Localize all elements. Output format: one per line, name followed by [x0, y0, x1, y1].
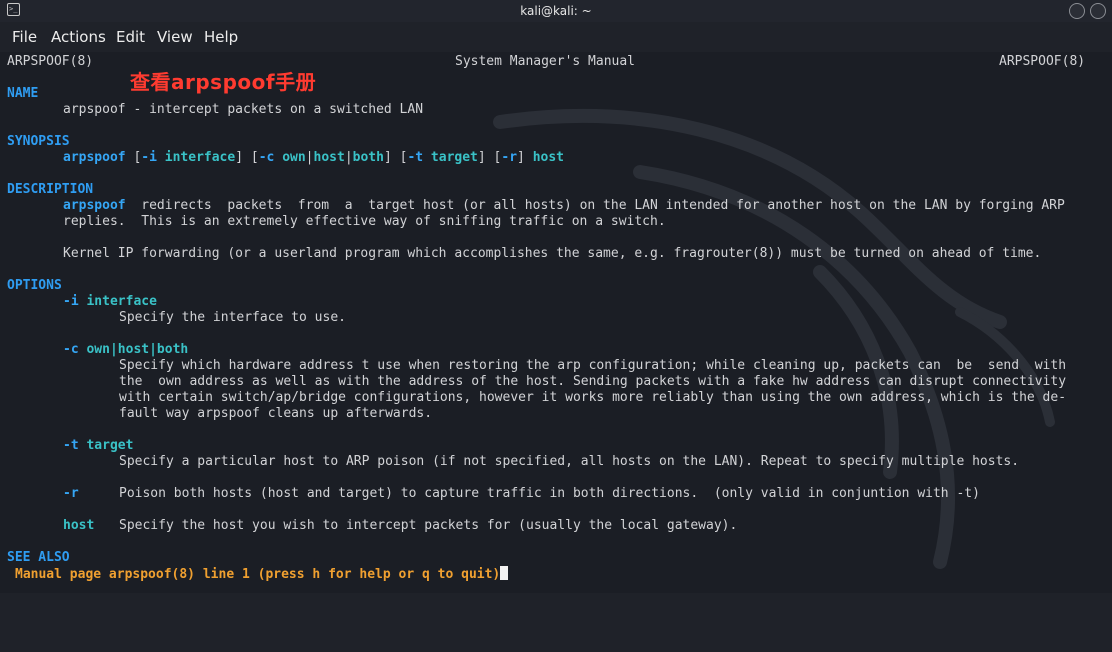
section-description: DESCRIPTION	[7, 182, 94, 197]
option-c-desc-2: the own address as well as with the addr…	[119, 374, 1067, 389]
synopsis-cmd: arpspoof	[63, 150, 126, 165]
name-text: arpspoof - intercept packets on a switch…	[63, 102, 424, 117]
menu-file[interactable]: File	[12, 28, 37, 46]
option-r-desc: Poison both hosts (host and target) to c…	[119, 486, 980, 501]
synopsis-opt-t: [-t target]	[399, 150, 486, 165]
man-header-right: ARPSPOOF(8)	[999, 54, 1086, 69]
section-options: OPTIONS	[7, 278, 62, 293]
description-line-1-text: redirects packets from a target host (or…	[125, 198, 1065, 213]
section-see-also: SEE ALSO	[7, 550, 70, 565]
option-t-arg: target	[86, 438, 134, 453]
annotation-text: 查看arpspoof手册	[130, 70, 317, 94]
option-host-flag: host	[63, 518, 95, 533]
option-i-flag: -i	[63, 294, 79, 309]
option-i-label: -i interface	[63, 294, 157, 310]
terminal-area[interactable]: ARPSPOOF(8) System Manager's Manual ARPS…	[0, 52, 1112, 593]
synopsis-opt-i: [-i interface]	[133, 150, 244, 165]
synopsis-line: arpspoof [-i interface] [-c own|host|bot…	[63, 150, 564, 166]
minimize-button[interactable]	[1069, 3, 1085, 19]
option-c-flag: -c	[63, 342, 79, 357]
section-synopsis: SYNOPSIS	[7, 134, 70, 149]
option-c-label: -c own|host|both	[63, 342, 188, 358]
description-line-3: Kernel IP forwarding (or a userland prog…	[63, 246, 1042, 261]
option-c-desc-1: Specify which hardware address t use whe…	[119, 358, 1067, 373]
option-t-label: -t target	[63, 438, 133, 454]
menu-actions[interactable]: Actions	[51, 28, 106, 46]
menu-bar: File Actions Edit View Help	[0, 26, 1112, 48]
synopsis-host: host	[532, 150, 564, 165]
text-cursor	[500, 566, 509, 580]
close-button[interactable]	[1090, 3, 1106, 19]
option-r-flag: -r	[63, 486, 79, 501]
synopsis-opt-c: [-c own|host|both]	[250, 150, 392, 165]
option-i-desc: Specify the interface to use.	[119, 310, 346, 325]
pager-status-text: Manual page arpspoof(8) line 1 (press h …	[15, 567, 501, 582]
section-name: NAME	[7, 86, 39, 101]
option-i-arg: interface	[86, 294, 157, 309]
option-t-desc: Specify a particular host to ARP poison …	[119, 454, 1020, 469]
menu-help[interactable]: Help	[204, 28, 238, 46]
menu-edit[interactable]: Edit	[116, 28, 145, 46]
menu-view[interactable]: View	[157, 28, 193, 46]
description-line-1: arpspoof redirects packets from a target…	[63, 198, 1065, 214]
synopsis-opt-r: [-r]	[493, 150, 525, 165]
option-c-arg: own|host|both	[86, 342, 189, 357]
pager-status-line[interactable]: Manual page arpspoof(8) line 1 (press h …	[15, 566, 509, 583]
description-line-2: replies. This is an extremely effective …	[63, 214, 666, 229]
option-c-desc-4: fault way arpspoof cleans up afterwards.	[119, 406, 433, 421]
man-header-center: System Manager's Manual	[455, 54, 636, 69]
description-cmd: arpspoof	[63, 198, 126, 213]
option-c-desc-3: with certain switch/ap/bridge configurat…	[119, 390, 1067, 405]
option-host-desc: Specify the host you wish to intercept p…	[119, 518, 738, 533]
man-header-left: ARPSPOOF(8)	[7, 54, 94, 69]
option-t-flag: -t	[63, 438, 79, 453]
window-titlebar: >_ kali@kali: ~	[0, 0, 1112, 22]
window-title: kali@kali: ~	[520, 4, 592, 18]
